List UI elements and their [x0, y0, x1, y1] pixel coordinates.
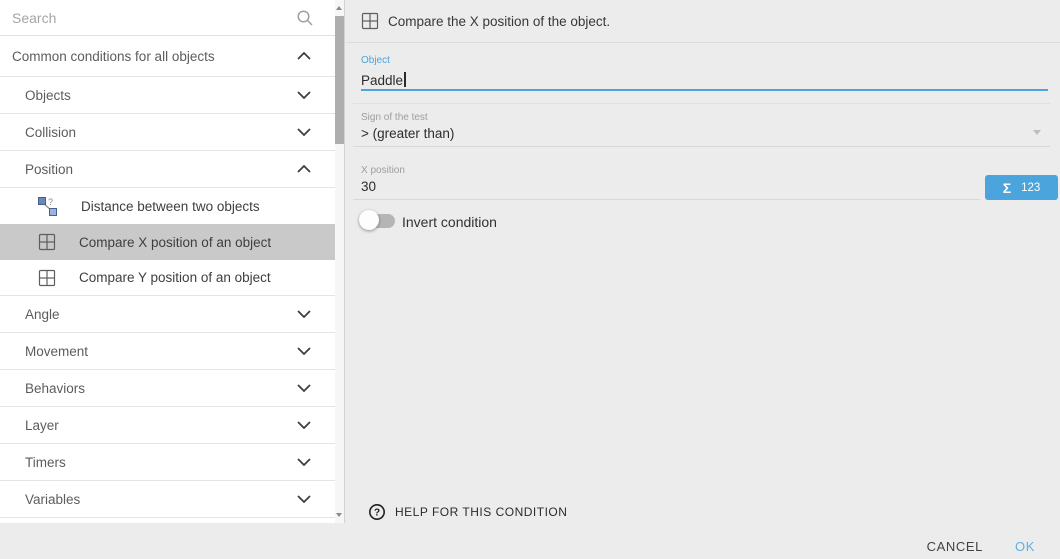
expression-button-label: 123: [1021, 182, 1040, 194]
chevron-down-icon: [297, 421, 311, 429]
chevron-down-icon: [297, 128, 311, 136]
sidebar-item-position[interactable]: Position: [0, 151, 336, 188]
sidebar-item-variables[interactable]: Variables: [0, 481, 336, 518]
choose-condition-dialog: Common conditions for all objects Objects…: [0, 0, 1060, 559]
invert-condition-toggle[interactable]: [359, 210, 397, 231]
text-cursor: [404, 72, 406, 87]
sidebar-item-compare-y-position-of-an-object[interactable]: Compare Y position of an object: [0, 260, 336, 296]
object-field[interactable]: Paddle: [361, 72, 406, 88]
sidebar-item-label: Common conditions for all objects: [12, 49, 215, 64]
chevron-down-icon: [297, 384, 311, 392]
grid-icon: [38, 233, 56, 251]
sidebar-item-label: Timers: [25, 455, 66, 470]
sidebar-item-label: Layer: [25, 418, 59, 433]
help-link-label: HELP FOR THIS CONDITION: [395, 505, 567, 519]
svg-text:?: ?: [48, 197, 53, 207]
chevron-up-icon: [297, 165, 311, 173]
ok-button[interactable]: OK: [1015, 539, 1035, 554]
sidebar-item-objects[interactable]: Objects: [0, 77, 336, 114]
sign-select[interactable]: > (greater than): [361, 126, 454, 141]
x-position-field[interactable]: 30: [361, 179, 376, 194]
sidebar-scrollbar[interactable]: [335, 0, 344, 523]
x-position-field-label: X position: [361, 165, 405, 176]
sidebar-item-label: Behaviors: [25, 381, 85, 396]
conditions-list: Common conditions for all objects Objects…: [0, 36, 344, 518]
x-position-field-underline: [353, 199, 980, 200]
search-icon: [296, 9, 314, 27]
chevron-down-icon: [297, 495, 311, 503]
sidebar-item-movement[interactable]: Movement: [0, 333, 336, 370]
sidebar-item-label: Objects: [25, 88, 71, 103]
chevron-down-icon: [297, 458, 311, 466]
sign-field-label: Sign of the test: [361, 112, 428, 123]
object-field-label: Object: [361, 55, 390, 66]
search-input[interactable]: [12, 10, 292, 26]
conditions-sidebar: Common conditions for all objects Objects…: [0, 0, 345, 523]
distance-icon: ?: [38, 197, 58, 216]
chevron-up-icon: [297, 52, 311, 60]
sidebar-item-layer[interactable]: Layer: [0, 407, 336, 444]
condition-editor-panel: Compare the X position of the object. Ob…: [346, 0, 1060, 559]
help-link[interactable]: ? HELP FOR THIS CONDITION: [368, 503, 567, 521]
invert-condition-label: Invert condition: [402, 214, 497, 230]
sidebar-item-timers[interactable]: Timers: [0, 444, 336, 481]
header-divider: [346, 42, 1060, 43]
chevron-down-icon: [297, 310, 311, 318]
sidebar-item-distance-between-two-objects[interactable]: ? Distance between two objects: [0, 188, 336, 224]
sidebar-item-label: Movement: [25, 344, 88, 359]
sidebar-item-label: Compare X position of an object: [79, 235, 271, 250]
toggle-knob: [359, 210, 379, 230]
sidebar-item-label: Angle: [25, 307, 60, 322]
chevron-down-icon: [297, 347, 311, 355]
sidebar-item-label: Distance between two objects: [81, 199, 260, 214]
condition-title: Compare the X position of the object.: [388, 14, 610, 29]
scrollbar-thumb[interactable]: [335, 16, 344, 144]
sidebar-item-compare-x-position-of-an-object[interactable]: Compare X position of an object: [0, 224, 336, 260]
chevron-down-icon: [297, 91, 311, 99]
sidebar-item-collision[interactable]: Collision: [0, 114, 336, 151]
section-divider: [353, 103, 1050, 104]
scroll-up-icon[interactable]: [336, 6, 342, 10]
search-row: [0, 0, 336, 36]
object-field-underline: [361, 89, 1048, 91]
help-icon: ?: [368, 503, 386, 521]
expression-editor-button[interactable]: Σ 123: [985, 175, 1058, 200]
sigma-icon: Σ: [1003, 180, 1011, 196]
sidebar-item-label: Compare Y position of an object: [79, 270, 271, 285]
sign-field-underline: [353, 146, 1050, 147]
sidebar-item-label: Variables: [25, 492, 80, 507]
chevron-down-icon[interactable]: [1033, 130, 1041, 135]
sidebar-item-common-conditions-for-all-objects[interactable]: Common conditions for all objects: [0, 36, 336, 77]
svg-text:?: ?: [374, 508, 380, 519]
grid-icon: [361, 12, 379, 30]
sidebar-item-behaviors[interactable]: Behaviors: [0, 370, 336, 407]
sidebar-item-label: Collision: [25, 125, 76, 140]
sidebar-item-angle[interactable]: Angle: [0, 296, 336, 333]
object-field-value: Paddle: [361, 73, 403, 88]
grid-icon: [38, 269, 56, 287]
sidebar-item-label: Position: [25, 162, 73, 177]
scroll-down-icon[interactable]: [336, 513, 342, 517]
cancel-button[interactable]: CANCEL: [927, 539, 983, 554]
